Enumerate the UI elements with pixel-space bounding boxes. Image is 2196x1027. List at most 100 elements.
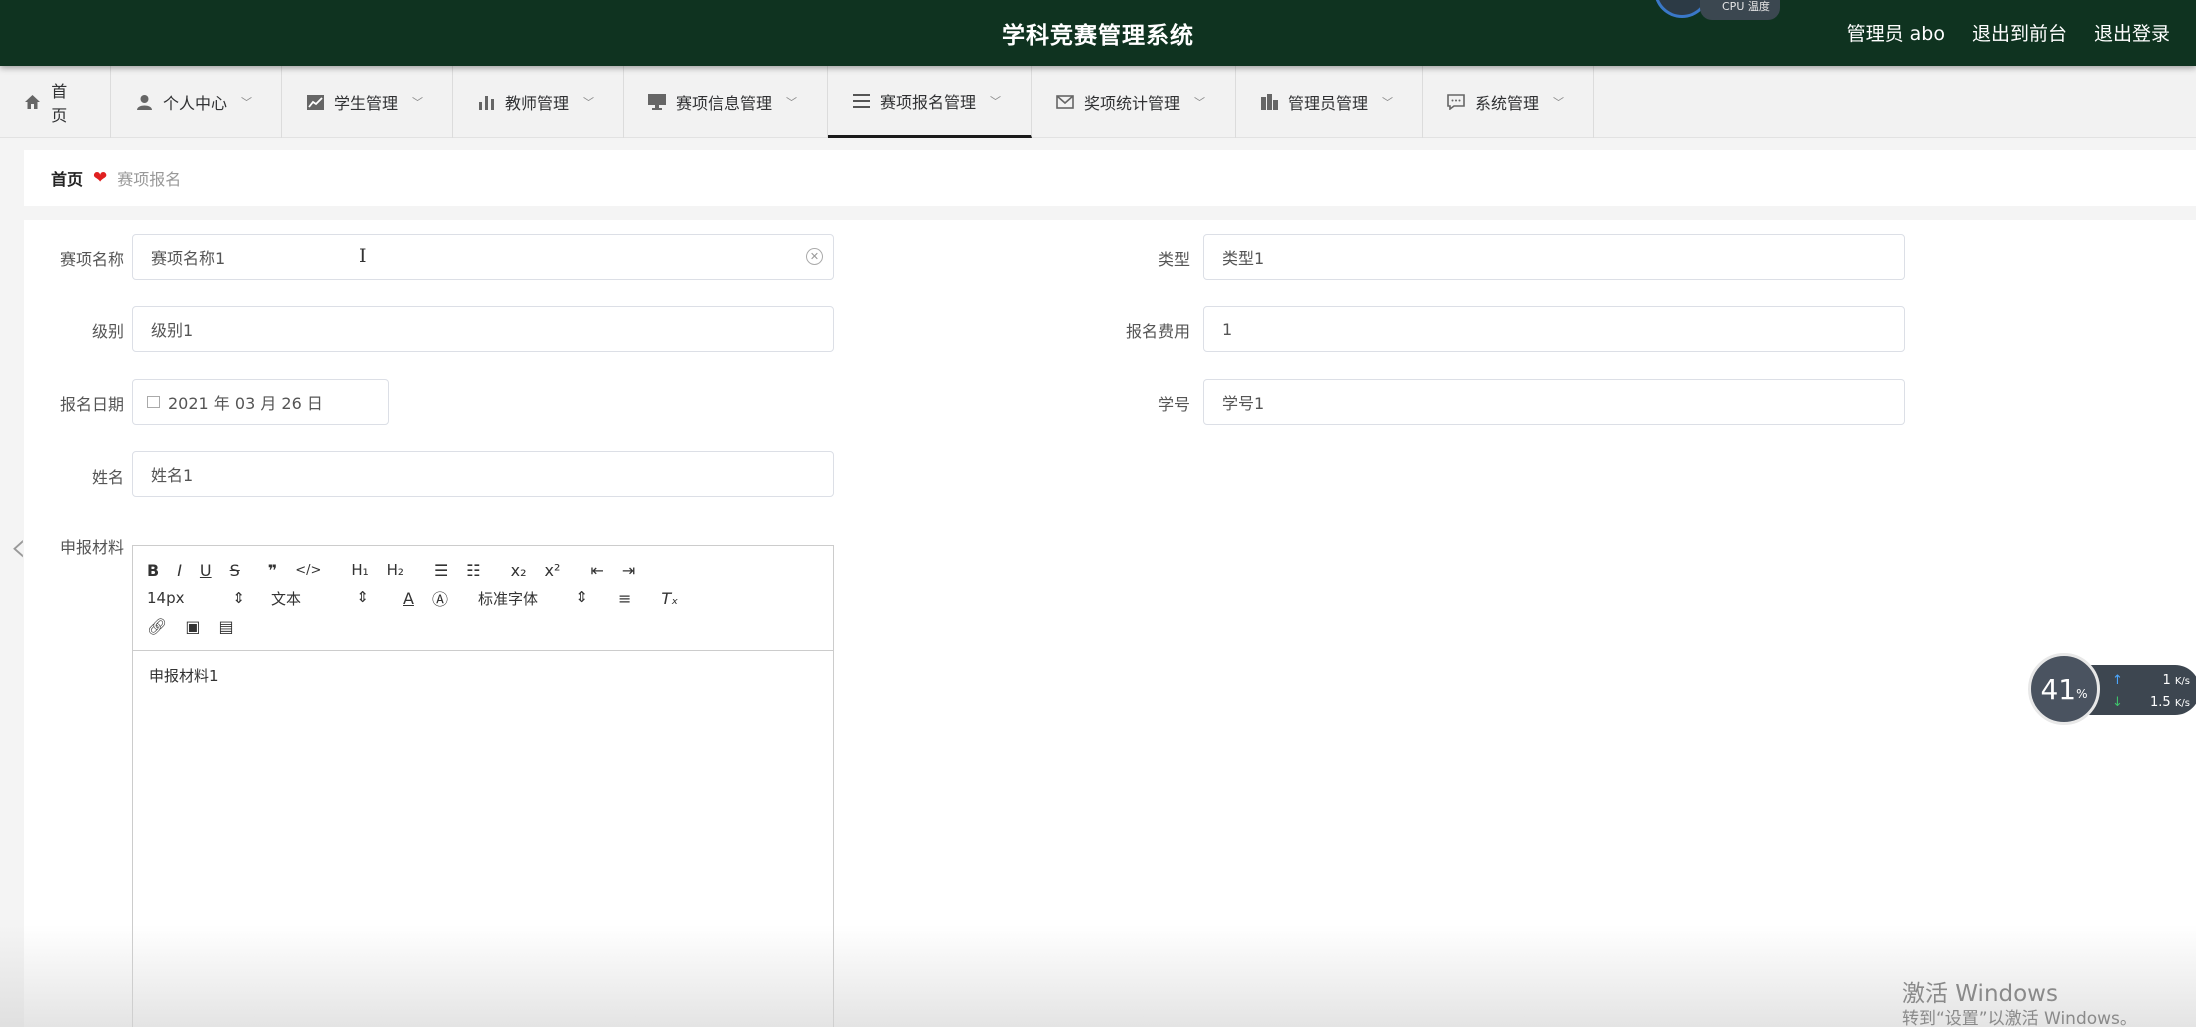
editor-content[interactable]: 申报材料1 [133, 651, 833, 700]
student-id-label: 学号 [1157, 395, 1190, 414]
chevron-down-icon: ﹀ [412, 96, 424, 109]
download-arrow-icon: ↓ [2112, 694, 2123, 710]
event-name-input[interactable]: 赛项名称1 I ✕ [132, 234, 834, 280]
superscript-icon[interactable]: x² [545, 561, 561, 580]
breadcrumb-current: 赛项报名 [117, 170, 182, 189]
chevron-down-icon: ﹀ [990, 94, 1002, 108]
blockquote-icon[interactable]: ❞ [268, 561, 277, 580]
main-nav: 首页 个人中心 ﹀ 学生管理 ﹀ 教师管理 ﹀ 赛项信息管理 ﹀ 赛项报名管理 … [0, 66, 2196, 138]
nav-label: 赛项报名管理 [880, 92, 977, 112]
clear-format-icon[interactable]: Tₓ [661, 589, 678, 608]
upload-speed: 1 [2162, 672, 2171, 688]
gauge-unit: % [2076, 687, 2088, 701]
bold-icon[interactable]: B [147, 561, 159, 580]
breadcrumb-home[interactable]: 首页 [51, 166, 83, 190]
clear-icon[interactable]: ✕ [806, 248, 823, 265]
student-name-label: 姓名 [91, 468, 124, 487]
nav-item-teacher-management[interactable]: 教师管理 ﹀ [453, 66, 624, 138]
underline-icon[interactable]: U [200, 561, 212, 580]
subscript-icon[interactable]: x₂ [511, 561, 527, 580]
bullet-list-icon[interactable]: ☷ [466, 561, 480, 580]
header-links: 管理员 abo 退出到前台 退出登录 [1847, 19, 2170, 46]
nav-item-event-registration-management[interactable]: 赛项报名管理 ﹀ [828, 66, 1032, 138]
type-value: 类型1 [1222, 249, 1265, 268]
outdent-icon[interactable]: ⇤ [590, 561, 603, 580]
nav-item-event-info-management[interactable]: 赛项信息管理 ﹀ [624, 66, 828, 138]
student-name-value: 姓名1 [151, 466, 194, 485]
text-cursor-icon: I [359, 245, 367, 267]
link-icon[interactable]: 🔗︎ [147, 617, 167, 636]
nav-item-system-management[interactable]: 系统管理 ﹀ [1423, 66, 1594, 138]
network-speed-widget: 41 % ↑ 1 K/s ↓ 1.5 K/s [2028, 653, 2196, 725]
italic-icon[interactable]: I [177, 561, 182, 580]
windows-activation-watermark: 激活 Windows 转到“设置”以激活 Windows。 [1902, 980, 2137, 1027]
upload-unit: K/s [2174, 675, 2190, 687]
heading1-icon[interactable]: H₁ [351, 561, 368, 579]
nav-item-award-stats-management[interactable]: 奖项统计管理 ﹀ [1032, 66, 1236, 138]
select-arrows-icon: ⇕ [232, 589, 245, 607]
nav-label: 个人中心 [163, 94, 228, 113]
download-speed: 1.5 [2150, 694, 2171, 710]
nav-label: 首页 [51, 82, 68, 125]
watermark-line2: 转到“设置”以激活 Windows。 [1902, 1008, 2137, 1027]
chevron-down-icon: ﹀ [786, 96, 798, 109]
font-size-select[interactable]: 14px ⇕ [147, 589, 245, 607]
strikethrough-icon[interactable]: S [230, 561, 240, 580]
background-color-icon[interactable]: Ⓐ [432, 586, 448, 610]
video-icon[interactable]: ▤ [218, 617, 233, 636]
nav-item-student-management[interactable]: 学生管理 ﹀ [282, 66, 453, 138]
registration-form: 赛项名称 赛项名称1 I ✕ 类型 类型1 级别 级别1 报名费用 1 报名日期… [24, 220, 2196, 1027]
code-block-icon[interactable]: </> [295, 563, 321, 578]
image-icon[interactable]: ▣ [185, 617, 200, 636]
chevron-down-icon: ﹀ [1553, 96, 1565, 109]
speed-readout: ↑ 1 K/s ↓ 1.5 K/s [2088, 665, 2196, 715]
align-icon[interactable]: ≡ [618, 589, 631, 608]
type-input[interactable]: 类型1 [1203, 234, 1905, 280]
user-icon [135, 93, 153, 111]
exit-to-frontend-link[interactable]: 退出到前台 [1972, 19, 2067, 46]
font-color-icon[interactable]: A [403, 589, 414, 608]
font-family-value: 标准字体 [477, 589, 538, 608]
gauge-percent: 41 [2040, 672, 2077, 706]
level-input[interactable]: 级别1 [132, 306, 834, 352]
date-value: 2021 年 03 月 26 日 [168, 394, 323, 413]
heading2-icon[interactable]: H₂ [387, 561, 404, 579]
level-label: 级别 [91, 322, 124, 341]
fee-value: 1 [1222, 319, 1233, 339]
nav-item-admin-management[interactable]: 管理员管理 ﹀ [1236, 66, 1423, 138]
student-id-input[interactable]: 学号1 [1203, 379, 1905, 425]
type-label: 类型 [1157, 250, 1190, 269]
student-id-value: 学号1 [1222, 394, 1265, 413]
format-value: 文本 [271, 589, 302, 608]
material-label: 申报材料 [59, 538, 124, 557]
date-picker[interactable]: 2021 年 03 月 26 日 [132, 379, 389, 425]
chevron-down-icon: ﹀ [1194, 96, 1206, 109]
editor-toolbar: B I U S ❞ </> H₁ H₂ ☰ ☷ x₂ x² ⇤ ⇥ 14px ⇕ [133, 546, 833, 651]
student-name-input[interactable]: 姓名1 [132, 451, 834, 497]
memory-gauge: 41 % [2028, 653, 2100, 725]
top-header: CPU 温度 学科竞赛管理系统 管理员 abo 退出到前台 退出登录 [0, 0, 2196, 66]
font-family-select[interactable]: 标准字体 ⇕ [478, 588, 588, 609]
heart-icon: ❤ [93, 168, 108, 188]
format-select[interactable]: 文本 ⇕ [271, 588, 369, 609]
admin-user-link[interactable]: 管理员 abo [1847, 19, 1945, 46]
indent-icon[interactable]: ⇥ [622, 561, 635, 580]
nav-item-home[interactable]: 首页 [0, 66, 111, 138]
logout-link[interactable]: 退出登录 [2094, 19, 2170, 46]
nav-label: 教师管理 [505, 94, 570, 113]
fee-input[interactable]: 1 [1203, 306, 1905, 352]
watermark-line1: 激活 Windows [1902, 981, 2058, 1007]
fee-label: 报名费用 [1125, 322, 1190, 341]
list-icon [852, 92, 870, 110]
calendar-icon [147, 396, 160, 408]
chevron-down-icon: ﹀ [241, 96, 253, 109]
chat-icon [1447, 93, 1465, 111]
event-name-label: 赛项名称 [59, 250, 124, 269]
collapse-arrow-icon[interactable]: ‹ [10, 522, 27, 571]
nav-item-personal-center[interactable]: 个人中心 ﹀ [111, 66, 282, 138]
mail-icon [1056, 93, 1074, 111]
download-unit: K/s [2174, 697, 2190, 709]
home-icon [24, 93, 41, 111]
ordered-list-icon[interactable]: ☰ [434, 561, 448, 580]
upload-arrow-icon: ↑ [2112, 672, 2123, 688]
